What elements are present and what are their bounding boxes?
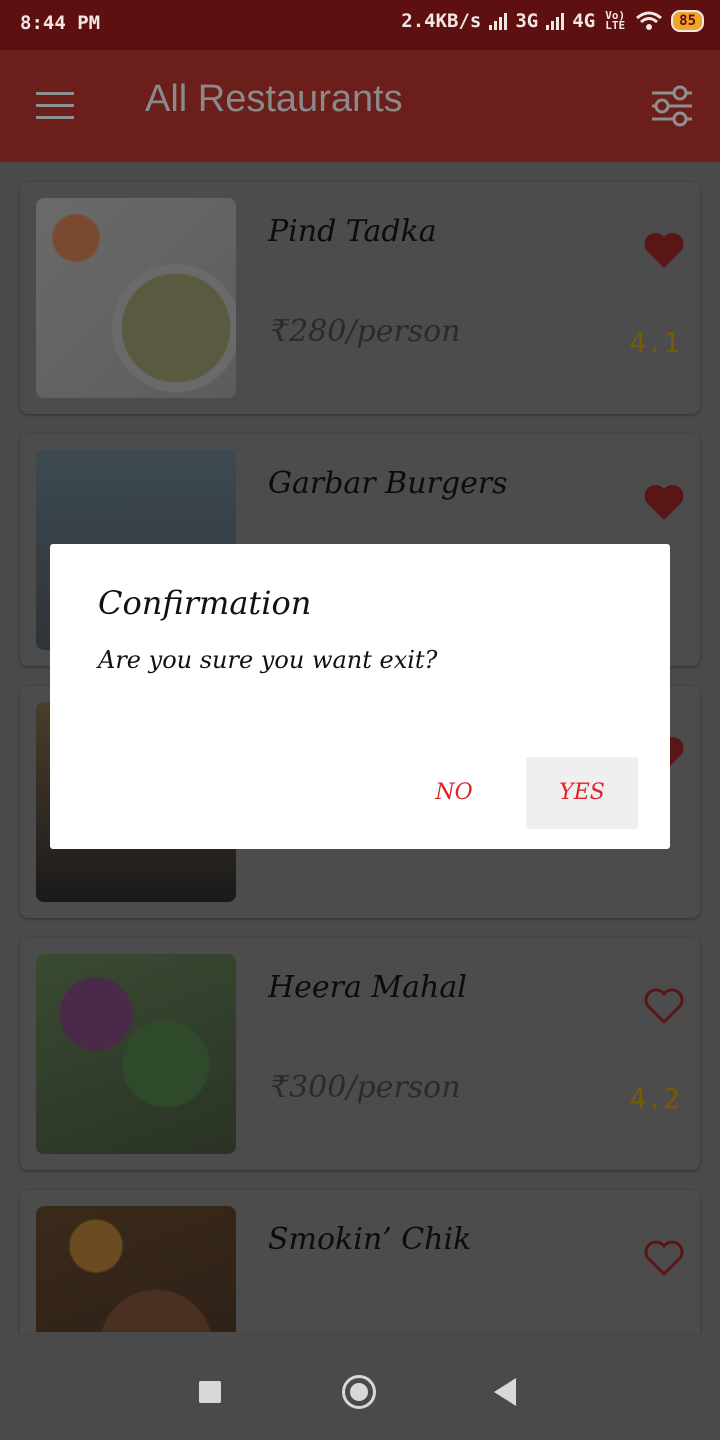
signal-icon — [489, 12, 508, 30]
restaurant-price: ₹280/person — [270, 314, 461, 349]
wifi-icon — [636, 11, 663, 30]
restaurant-name: Heera Mahal — [268, 970, 467, 1005]
no-button[interactable]: NO — [412, 757, 496, 829]
home-circle-icon[interactable] — [342, 1375, 376, 1409]
page-title: All Restaurants — [145, 78, 403, 120]
system-nav-bar — [0, 1332, 720, 1440]
restaurant-image — [36, 954, 236, 1154]
favorite-heart-outline-icon[interactable] — [642, 1238, 686, 1278]
app-bar: All Restaurants — [0, 50, 720, 162]
restaurant-rating: 4.2 — [629, 1082, 680, 1115]
restaurant-image — [36, 1206, 236, 1332]
dialog-title: Confirmation — [98, 584, 312, 622]
network-speed: 2.4KB/s — [401, 10, 482, 32]
network-3g: 3G — [515, 10, 539, 32]
battery-badge: 85 — [671, 10, 704, 32]
status-bar: 8:44 PM 2.4KB/s 3G 4G Vo) LTE 85 — [0, 0, 720, 50]
hamburger-menu-icon[interactable] — [36, 92, 74, 120]
recents-square-icon[interactable] — [199, 1381, 221, 1403]
yes-button[interactable]: YES — [526, 757, 638, 829]
restaurant-card[interactable]: Pind Tadka ₹280/person 4.1 — [20, 182, 700, 414]
sliders-filter-icon[interactable] — [650, 84, 694, 128]
favorite-heart-icon[interactable] — [642, 230, 686, 270]
restaurant-price: ₹300/person — [270, 1070, 461, 1105]
status-time: 8:44 PM — [20, 12, 101, 34]
confirmation-dialog: Confirmation Are you sure you want exit?… — [50, 544, 670, 849]
restaurant-name: Garbar Burgers — [268, 466, 508, 501]
restaurant-rating: 4.1 — [629, 326, 680, 359]
network-4g: 4G — [572, 10, 596, 32]
back-triangle-icon[interactable] — [494, 1378, 516, 1406]
restaurant-name: Pind Tadka — [268, 214, 437, 249]
restaurant-card[interactable]: Heera Mahal ₹300/person 4.2 — [20, 938, 700, 1170]
restaurant-name: Smokin’ Chik — [268, 1222, 472, 1257]
dialog-message: Are you sure you want exit? — [98, 646, 438, 674]
restaurant-image — [36, 198, 236, 398]
favorite-heart-outline-icon[interactable] — [642, 986, 686, 1026]
favorite-heart-icon[interactable] — [642, 482, 686, 522]
signal-icon-2 — [546, 12, 565, 30]
volte-badge: Vo) LTE — [605, 9, 626, 32]
status-indicators: 2.4KB/s 3G 4G Vo) LTE 85 — [401, 10, 704, 32]
restaurant-card[interactable]: Smokin’ Chik — [20, 1190, 700, 1332]
